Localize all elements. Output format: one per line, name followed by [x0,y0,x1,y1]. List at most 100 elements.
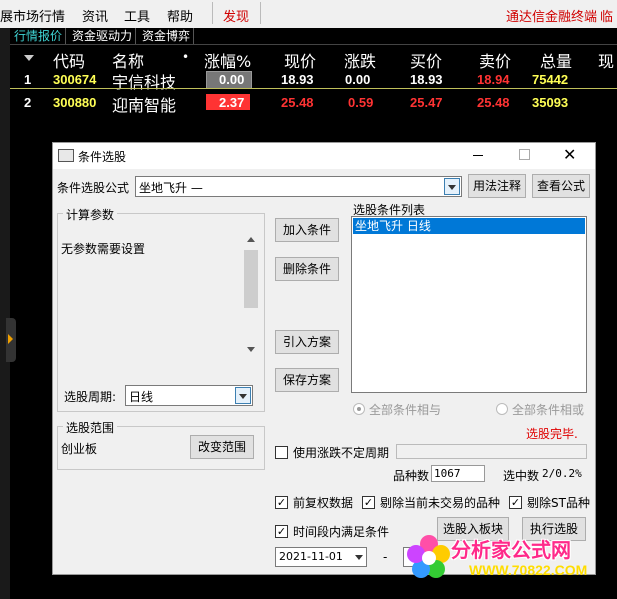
interval-checkbox[interactable]: ✓ [275,525,288,538]
count-label: 品种数 [393,469,430,483]
dialog-title: 条件选股 [78,150,127,164]
minimize-icon[interactable] [473,155,483,156]
stock-name: 迎南智能 [112,96,177,115]
view-formula-button[interactable]: 查看公式 [532,174,590,198]
volume-value: 35093 [532,95,569,110]
price-value: 25.48 [281,95,314,110]
formula-label: 条件选股公式 [57,181,130,195]
period-label: 选股周期: [64,390,117,404]
watermark-title: 分析家公式网 [451,538,571,562]
dialog-titlebar: 条件选股 ✕ [53,143,595,169]
change-value: 0.00 [345,72,371,87]
selected-value: 2/0.2% [542,467,582,480]
count-field: 1067 [431,465,485,482]
stock-code: 300674 [53,72,97,87]
radio-and[interactable] [353,403,365,415]
formula-value: 坐地飞升 — [139,181,203,195]
scope-value: 创业板 [61,442,98,456]
scope-group-title: 选股范围 [63,419,118,436]
period-select[interactable]: 日线 [125,385,253,406]
window-icon [58,149,74,162]
col-cur[interactable]: 现 [598,48,614,72]
chevron-down-icon [239,394,247,399]
col-code[interactable]: 代码 [53,48,85,72]
ask-value: 25.48 [477,95,510,110]
col-pct[interactable]: 涨幅% [204,48,251,72]
menu-market[interactable]: 展市场行情 [0,6,65,25]
tab-quotes[interactable]: 行情报价 [11,28,67,44]
start-date-value: 2021-11-01 [279,550,343,563]
chevron-down-icon[interactable] [247,347,255,352]
chevron-up-icon[interactable] [247,237,255,242]
col-ask[interactable]: 卖价 [479,48,511,72]
status-text: 选股完毕. [526,427,578,441]
chevron-down-icon[interactable] [355,555,363,560]
condition-list[interactable]: 坐地飞升 日线 [351,216,587,393]
prev-adjusted-checkbox[interactable]: ✓ [275,496,288,509]
use-range-checkbox[interactable] [275,446,288,459]
prev-adjusted-label: 前复权数据 [293,496,354,510]
app-brand-text: 通达信金融终端 [506,10,598,25]
col-dot: • [182,50,190,64]
app-brand-tail: 临 [600,10,614,25]
menu-discover[interactable]: 发现 [223,6,249,25]
list-item[interactable]: 坐地飞升 日线 [353,218,585,234]
radio-and-label: 全部条件相与 [369,403,442,417]
watermark-logo: 分析家公式网 WWW.70822.COM [405,530,601,586]
price-value: 18.93 [281,72,314,87]
selected-label: 选中数 [503,469,540,483]
save-scheme-button[interactable]: 保存方案 [275,368,339,392]
col-volume[interactable]: 总量 [540,48,572,72]
radio-dot [357,407,361,411]
use-range-label: 使用涨跌不定周期 [293,446,390,460]
pct-value: 2.37 [219,95,245,110]
params-text: 无参数需要设置 [61,242,146,256]
exclude-st-checkbox[interactable]: ✓ [509,496,522,509]
flower-logo-icon [407,535,450,578]
date-dash: - [383,550,388,564]
bid-value: 25.47 [410,95,443,110]
add-condition-button[interactable]: 加入条件 [275,218,339,242]
row-index: 1 [24,72,32,87]
radio-or-label: 全部条件相或 [512,403,585,417]
watermark-url: WWW.70822.COM [469,562,588,578]
params-group-title: 计算参数 [63,206,118,223]
col-change[interactable]: 涨跌 [344,48,376,72]
tab-fund-game[interactable]: 资金博弈 [139,28,195,44]
dropdown-button[interactable] [235,387,251,404]
maximize-icon[interactable] [519,149,530,160]
row-index: 2 [24,95,32,110]
start-date-picker[interactable]: 2021-11-01 [275,547,367,567]
dropdown-button[interactable] [444,178,460,195]
sort-down-icon[interactable] [24,55,34,61]
delete-condition-button[interactable]: 删除条件 [275,257,339,281]
arrow-right-icon [8,334,13,344]
interval-label: 时间段内满足条件 [293,525,390,539]
close-icon[interactable]: ✕ [563,145,576,164]
ask-value: 18.94 [477,72,510,87]
progress-bar [396,444,587,459]
radio-or[interactable] [496,403,508,415]
exclude-halted-label: 剔除当前未交易的品种 [380,496,501,510]
side-collapse-handle[interactable] [6,318,16,362]
change-scope-button[interactable]: 改变范围 [190,435,254,459]
stock-name: 宇信科技 [112,73,177,92]
exclude-st-label: 剔除ST品种 [527,496,590,510]
params-scrollbar[interactable] [243,233,259,358]
menu-help[interactable]: 帮助 [167,6,193,25]
menu-tools[interactable]: 工具 [124,6,150,25]
scroll-thumb[interactable] [244,250,258,308]
exclude-halted-checkbox[interactable]: ✓ [362,496,375,509]
condition-selection-dialog: 条件选股 ✕ 条件选股公式 坐地飞升 — 用法注释 查看公式 计算参数 无参数需… [52,142,596,575]
pct-value: 0.00 [219,72,245,87]
volume-value: 75442 [532,72,569,87]
menu-news[interactable]: 资讯 [82,6,108,25]
usage-notes-button[interactable]: 用法注释 [468,174,526,198]
tab-fund-drive[interactable]: 资金驱动力 [69,28,137,44]
col-bid[interactable]: 买价 [410,48,442,72]
col-price[interactable]: 现价 [284,48,316,72]
bid-value: 18.93 [410,72,443,87]
import-scheme-button[interactable]: 引入方案 [275,330,339,354]
menu-divider [212,2,213,24]
formula-select[interactable]: 坐地飞升 — [135,176,462,197]
